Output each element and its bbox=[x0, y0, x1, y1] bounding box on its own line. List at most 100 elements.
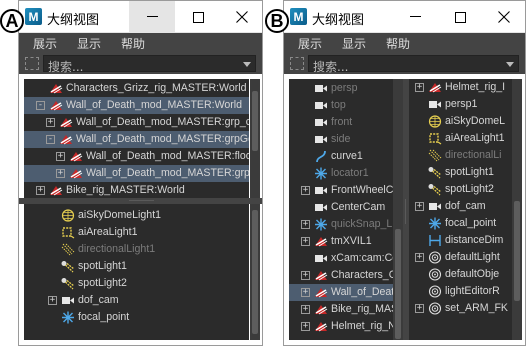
menu-help[interactable]: 帮助 bbox=[121, 35, 145, 52]
outliner-item[interactable]: + Wall_of_Deat bbox=[289, 284, 393, 301]
outliner-item[interactable]: spotLight2 bbox=[24, 275, 249, 292]
expand-toggle[interactable]: + bbox=[48, 296, 57, 305]
close-button[interactable] bbox=[481, 1, 525, 33]
expand-toggle[interactable]: + bbox=[415, 304, 424, 313]
expand-toggle[interactable]: + bbox=[301, 288, 310, 297]
outliner-item[interactable]: xCam:cam:Co bbox=[289, 250, 393, 267]
outliner-item[interactable]: + quickSnap_L bbox=[289, 216, 393, 233]
outliner-item[interactable]: top bbox=[289, 97, 393, 114]
camera-icon bbox=[60, 294, 76, 307]
filter-icon[interactable] bbox=[25, 57, 39, 70]
maya-logo-icon: M bbox=[290, 8, 307, 25]
scrollbar-thumb[interactable] bbox=[395, 229, 401, 339]
panel-a-badge: A bbox=[0, 9, 24, 33]
close-button[interactable] bbox=[219, 1, 262, 33]
expand-toggle[interactable]: + bbox=[415, 83, 424, 92]
outliner-item[interactable]: CenterCam bbox=[289, 199, 393, 216]
outliner-item[interactable]: + Wall_of_Death_mod_MASTER:floor bbox=[24, 148, 249, 165]
scrollbar-right[interactable] bbox=[512, 79, 522, 340]
expand-toggle[interactable]: + bbox=[301, 237, 310, 246]
outliner-item[interactable]: curve1 bbox=[289, 148, 393, 165]
expand-toggle[interactable]: + bbox=[301, 322, 310, 331]
outliner-item[interactable]: directionalLight1 bbox=[24, 241, 249, 258]
menu-display[interactable]: 展示 bbox=[298, 35, 322, 52]
outliner-item[interactable]: front bbox=[289, 114, 393, 131]
menu-show[interactable]: 显示 bbox=[342, 35, 366, 52]
expand-toggle[interactable]: + bbox=[301, 220, 310, 229]
search-input[interactable] bbox=[309, 59, 518, 75]
expand-toggle[interactable]: + bbox=[36, 186, 45, 195]
outliner-item[interactable]: + Helmet_rig_N bbox=[289, 318, 393, 335]
menu-display[interactable]: 展示 bbox=[33, 35, 57, 52]
outliner-item[interactable]: - Wall_of_Death_mod_MASTER:World bbox=[24, 97, 249, 114]
outliner-item[interactable]: + dof_cam bbox=[409, 198, 512, 215]
expand-toggle[interactable]: + bbox=[415, 202, 424, 211]
search-dropdown-icon[interactable] bbox=[506, 62, 514, 67]
transform-icon bbox=[68, 150, 84, 163]
outliner-item[interactable]: aiAreaLight1 bbox=[409, 130, 512, 147]
scrollbar-thumb[interactable] bbox=[514, 201, 520, 301]
expand-toggle[interactable]: + bbox=[46, 118, 55, 127]
menu-show[interactable]: 显示 bbox=[77, 35, 101, 52]
scrollbar-thumb[interactable] bbox=[252, 91, 258, 151]
item-label: aiAreaLight1 bbox=[78, 226, 138, 238]
item-label: Bike_rig_MASTER:World bbox=[66, 184, 185, 196]
item-label: dof_cam bbox=[78, 294, 119, 306]
outliner-item[interactable]: + Characters_G bbox=[289, 267, 393, 284]
outliner-item[interactable]: lightEditorR bbox=[409, 283, 512, 300]
collapse-toggle[interactable]: - bbox=[36, 101, 45, 110]
maximize-button[interactable] bbox=[437, 1, 483, 33]
outliner-item[interactable]: + Wall_of_Death_mod_MASTER:grp_co bbox=[24, 114, 249, 131]
scrollbar-top[interactable] bbox=[250, 79, 260, 198]
outliner-item[interactable]: defaultObje bbox=[409, 266, 512, 283]
outliner-item[interactable]: focal_point bbox=[409, 215, 512, 232]
outliner-item[interactable]: persp1 bbox=[409, 96, 512, 113]
outliner-item[interactable]: locator1 bbox=[289, 165, 393, 182]
outliner-item[interactable]: + Bike_rig_MAS bbox=[289, 301, 393, 318]
search-input[interactable] bbox=[44, 59, 255, 75]
outliner-item[interactable]: + Wall_of_Death_mod_MASTER:grp_ bbox=[24, 165, 249, 182]
outliner-item[interactable]: spotLight1 bbox=[409, 164, 512, 181]
camera-icon bbox=[427, 200, 443, 213]
filter-icon[interactable] bbox=[290, 57, 304, 70]
outliner-item[interactable]: + dof_cam bbox=[24, 292, 249, 309]
outliner-item[interactable]: + set_ARM_FK bbox=[409, 300, 512, 317]
outliner-item[interactable]: side bbox=[289, 131, 393, 148]
outliner-item[interactable]: + tmXVIL1 bbox=[289, 233, 393, 250]
outliner-item[interactable]: - Wall_of_Death_mod_MASTER:grpGeo bbox=[24, 131, 249, 148]
expand-toggle[interactable]: + bbox=[56, 169, 65, 178]
outliner-window-a: M 大纲视图 展示 显示 帮助 Characters_Grizz_rig_MAS… bbox=[18, 0, 263, 346]
outliner-item[interactable]: spotLight1 bbox=[24, 258, 249, 275]
outliner-item[interactable]: aiSkyDomeL bbox=[409, 113, 512, 130]
item-label: Wall_of_Death_mod_MASTER:grp_co bbox=[76, 116, 249, 128]
minimize-button[interactable] bbox=[129, 1, 175, 33]
menu-help[interactable]: 帮助 bbox=[386, 35, 410, 52]
outliner-item[interactable]: + Bike_rig_MASTER:World bbox=[24, 182, 249, 198]
expand-toggle[interactable]: + bbox=[415, 253, 424, 262]
scrollbar-bottom[interactable] bbox=[250, 204, 260, 340]
expand-toggle[interactable]: + bbox=[301, 271, 310, 280]
minimize-button[interactable] bbox=[392, 1, 438, 33]
scrollbar-thumb[interactable] bbox=[252, 210, 258, 334]
outliner-item[interactable]: focal_point bbox=[24, 309, 249, 326]
outliner-item[interactable]: persp bbox=[289, 80, 393, 97]
search-box bbox=[43, 55, 256, 75]
expand-toggle[interactable]: + bbox=[56, 152, 65, 161]
outliner-item[interactable]: + Helmet_rig_I bbox=[409, 79, 512, 96]
outliner-item[interactable]: + FrontWheelC bbox=[289, 182, 393, 199]
search-dropdown-icon[interactable] bbox=[243, 62, 251, 67]
item-label: dof_cam bbox=[445, 200, 486, 212]
outliner-item[interactable]: directionalLi bbox=[409, 147, 512, 164]
collapse-toggle[interactable]: - bbox=[46, 135, 55, 144]
expand-toggle[interactable]: + bbox=[301, 186, 310, 195]
outliner-item[interactable]: aiAreaLight1 bbox=[24, 224, 249, 241]
outliner-item[interactable]: + defaultLight bbox=[409, 249, 512, 266]
expand-toggle[interactable]: + bbox=[301, 305, 310, 314]
transform-icon bbox=[313, 320, 329, 333]
outliner-item[interactable]: distanceDim bbox=[409, 232, 512, 249]
outliner-item[interactable]: spotLight2 bbox=[409, 181, 512, 198]
maximize-button[interactable] bbox=[175, 1, 221, 33]
scrollbar-left[interactable] bbox=[393, 79, 403, 340]
outliner-item[interactable]: aiSkyDomeLight1 bbox=[24, 207, 249, 224]
outliner-item[interactable]: Characters_Grizz_rig_MASTER:World bbox=[24, 80, 249, 97]
